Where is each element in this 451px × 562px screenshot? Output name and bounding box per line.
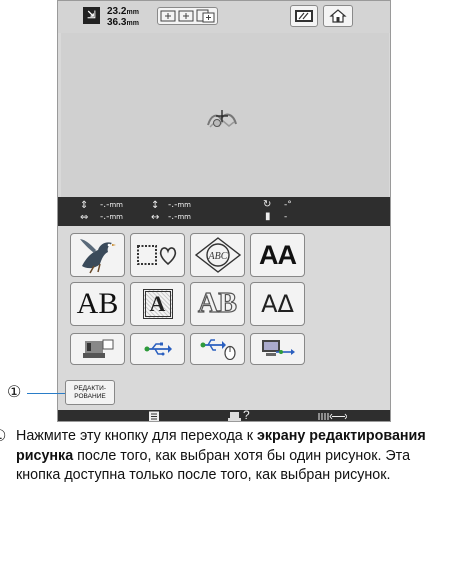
monogram-text: ABC [207, 251, 227, 262]
font-aa-button[interactable]: AA [250, 233, 305, 277]
decorative-letter-label: A [149, 291, 166, 316]
display-icon [295, 10, 313, 22]
font-aa-triangle-button[interactable]: AΔ [250, 282, 305, 326]
sewing-machine-memory-icon [82, 339, 113, 358]
thread-trim-icon[interactable] [317, 412, 347, 421]
monogram-diamond-icon: ABC [194, 237, 241, 273]
home-button[interactable] [323, 5, 353, 27]
thread-spool-icon: ▮ [265, 211, 271, 222]
callout-number: ① [7, 384, 22, 401]
decorative-letter-frame: A [142, 289, 173, 319]
measurement-status-bar: ⇕ -.-mm ⇔ -.-mm ↕ -.-mm ↔ -.-mm ↻ -° ▮ - [58, 197, 390, 226]
decorative-letter-button[interactable]: A [130, 282, 185, 326]
vertical-offset-icon: ↕ [151, 200, 160, 211]
machine-memory-button[interactable] [70, 333, 125, 365]
rotation-icon: ↻ [263, 199, 272, 210]
width-icon: ⇔ [80, 212, 89, 223]
usb-icon [144, 342, 172, 356]
callout-line [27, 393, 65, 394]
bottom-bar: ? [58, 408, 390, 422]
settings-list-icon[interactable] [148, 411, 160, 422]
usb-mouse-media-button[interactable] [190, 333, 245, 365]
usb-mouse-icon [200, 339, 236, 360]
caption-text: ① Нажмите эту кнопку для перехода к экра… [0, 427, 451, 486]
display-mode-button[interactable] [290, 5, 318, 27]
height-value: -.-mm [100, 200, 123, 210]
height-icon: ⇕ [80, 200, 89, 211]
edit-button-line2: РОВАНИЕ [74, 392, 106, 400]
help-question-label[interactable]: ? [243, 408, 250, 421]
edit-button-line1: РЕДАКТИ- [73, 385, 106, 392]
font-ab-serif-button[interactable]: AB [70, 282, 125, 326]
embroidery-pattern-button[interactable] [70, 233, 125, 277]
horizontal-offset-value: -.-mm [168, 212, 191, 222]
edit-button[interactable]: РЕДАКТИ- РОВАНИЕ [65, 380, 115, 405]
caption-part2: после того, как выбран хотя бы один рису… [16, 447, 411, 484]
design-height: 36.3mm [107, 17, 139, 28]
vertical-offset-value: -.-mm [168, 200, 191, 210]
caption-part1: Нажмите эту кнопку для перехода к [16, 428, 257, 444]
bird-icon [79, 239, 116, 274]
outline-font-label: AB [197, 287, 237, 319]
machine-screen: ⇲ 23.2mm 36.3mm ⇕ -.-mm ⇔ -.-mm ↕ -.-mm … [57, 0, 391, 422]
top-bar: ⇲ 23.2mm 36.3mm [58, 1, 390, 33]
width-value: -.-mm [100, 212, 123, 222]
machine-help-icon[interactable] [228, 411, 242, 422]
font-aa-label: AA [259, 239, 297, 270]
usb-media-button[interactable] [130, 333, 185, 365]
thread-value: - [284, 212, 288, 222]
font-aa-triangle-label: AΔ [261, 290, 294, 318]
frame-pattern-button[interactable] [130, 233, 185, 277]
design-preview-area[interactable] [61, 33, 389, 197]
needle-position-icon [207, 110, 237, 128]
computer-usb-icon [261, 340, 295, 356]
rotation-value: -° [284, 200, 292, 210]
hoop-size-button[interactable] [157, 7, 218, 25]
font-ab-serif-label: AB [76, 287, 119, 320]
design-width: 23.2mm [107, 6, 139, 17]
frame-shapes-icon [136, 245, 176, 266]
horizontal-offset-icon: ↔ [151, 212, 160, 223]
size-icon: ⇲ [83, 7, 100, 24]
home-icon [329, 9, 347, 23]
caption-number: ① [0, 427, 6, 447]
hoop-size-icon [160, 9, 214, 23]
computer-link-button[interactable] [250, 333, 305, 365]
outline-font-button[interactable]: AB [190, 282, 245, 326]
monogram-button[interactable]: ABC [190, 233, 245, 277]
